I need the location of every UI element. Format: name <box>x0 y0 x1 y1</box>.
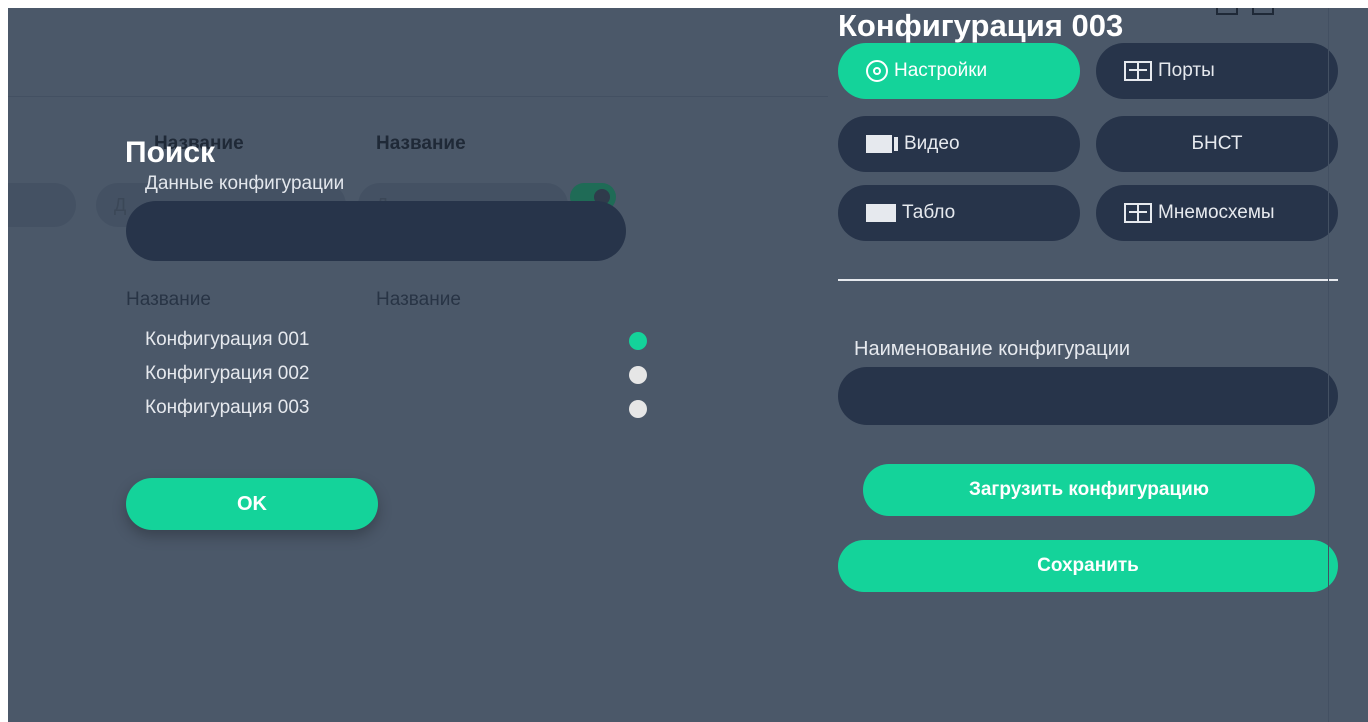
config-row-name: Конфигурация 001 <box>145 329 310 350</box>
ok-button[interactable]: OK <box>126 478 378 530</box>
config-row-name: Конфигурация 002 <box>145 363 310 384</box>
tab-label: Видео <box>904 133 960 154</box>
tab-label: Мнемосхемы <box>1158 202 1275 223</box>
config-name-label: Наименование конфигурации <box>854 338 1131 360</box>
maximize-icon[interactable] <box>1252 8 1274 15</box>
app-window: Название Название Д Д Поиск Данные конфи… <box>8 8 1368 722</box>
background-topbar <box>8 8 828 97</box>
load-config-button[interactable]: Загрузить конфигурацию <box>863 464 1315 516</box>
background-input <box>8 183 76 227</box>
video-icon <box>866 135 898 153</box>
status-dot-icon <box>629 366 647 384</box>
gear-icon <box>866 60 888 82</box>
minimize-icon[interactable] <box>1216 8 1238 15</box>
panel-title: Конфигурация 003 <box>838 8 1124 43</box>
modal-title: Поиск <box>125 136 216 169</box>
tab-label: Настройки <box>894 60 988 81</box>
panel-icon <box>1124 61 1152 81</box>
tab-settings[interactable]: Настройки <box>838 43 1080 99</box>
panel-icon <box>1124 203 1152 223</box>
tab-label: Порты <box>1158 60 1215 81</box>
save-button[interactable]: Сохранить <box>838 540 1338 592</box>
tab-bnst[interactable]: БНСТ <box>1096 116 1338 172</box>
tab-label: БНСТ <box>1191 133 1243 154</box>
config-row[interactable]: Конфигурация 001 <box>145 326 665 354</box>
tab-label: Табло <box>902 202 956 223</box>
divider <box>838 279 1338 281</box>
column-header-name: Название <box>126 289 211 310</box>
config-row[interactable]: Конфигурация 003 <box>145 394 665 422</box>
status-dot-icon <box>629 332 647 350</box>
tab-video[interactable]: Видео <box>838 116 1080 172</box>
board-icon <box>866 204 896 222</box>
window-controls <box>1216 8 1288 16</box>
config-name-input[interactable] <box>838 367 1338 425</box>
config-row[interactable]: Конфигурация 002 <box>145 360 665 388</box>
config-row-name: Конфигурация 003 <box>145 397 310 418</box>
tab-board[interactable]: Табло <box>838 185 1080 241</box>
status-dot-icon <box>629 400 647 418</box>
scrollbar[interactable] <box>1328 8 1368 722</box>
tab-mnemoschemes[interactable]: Мнемосхемы <box>1096 185 1338 241</box>
column-header-name: Название <box>376 289 461 310</box>
config-data-input[interactable] <box>126 201 626 261</box>
background-column-header: Название <box>376 133 466 154</box>
config-data-label: Данные конфигурации <box>145 173 345 194</box>
tab-ports[interactable]: Порты <box>1096 43 1338 99</box>
